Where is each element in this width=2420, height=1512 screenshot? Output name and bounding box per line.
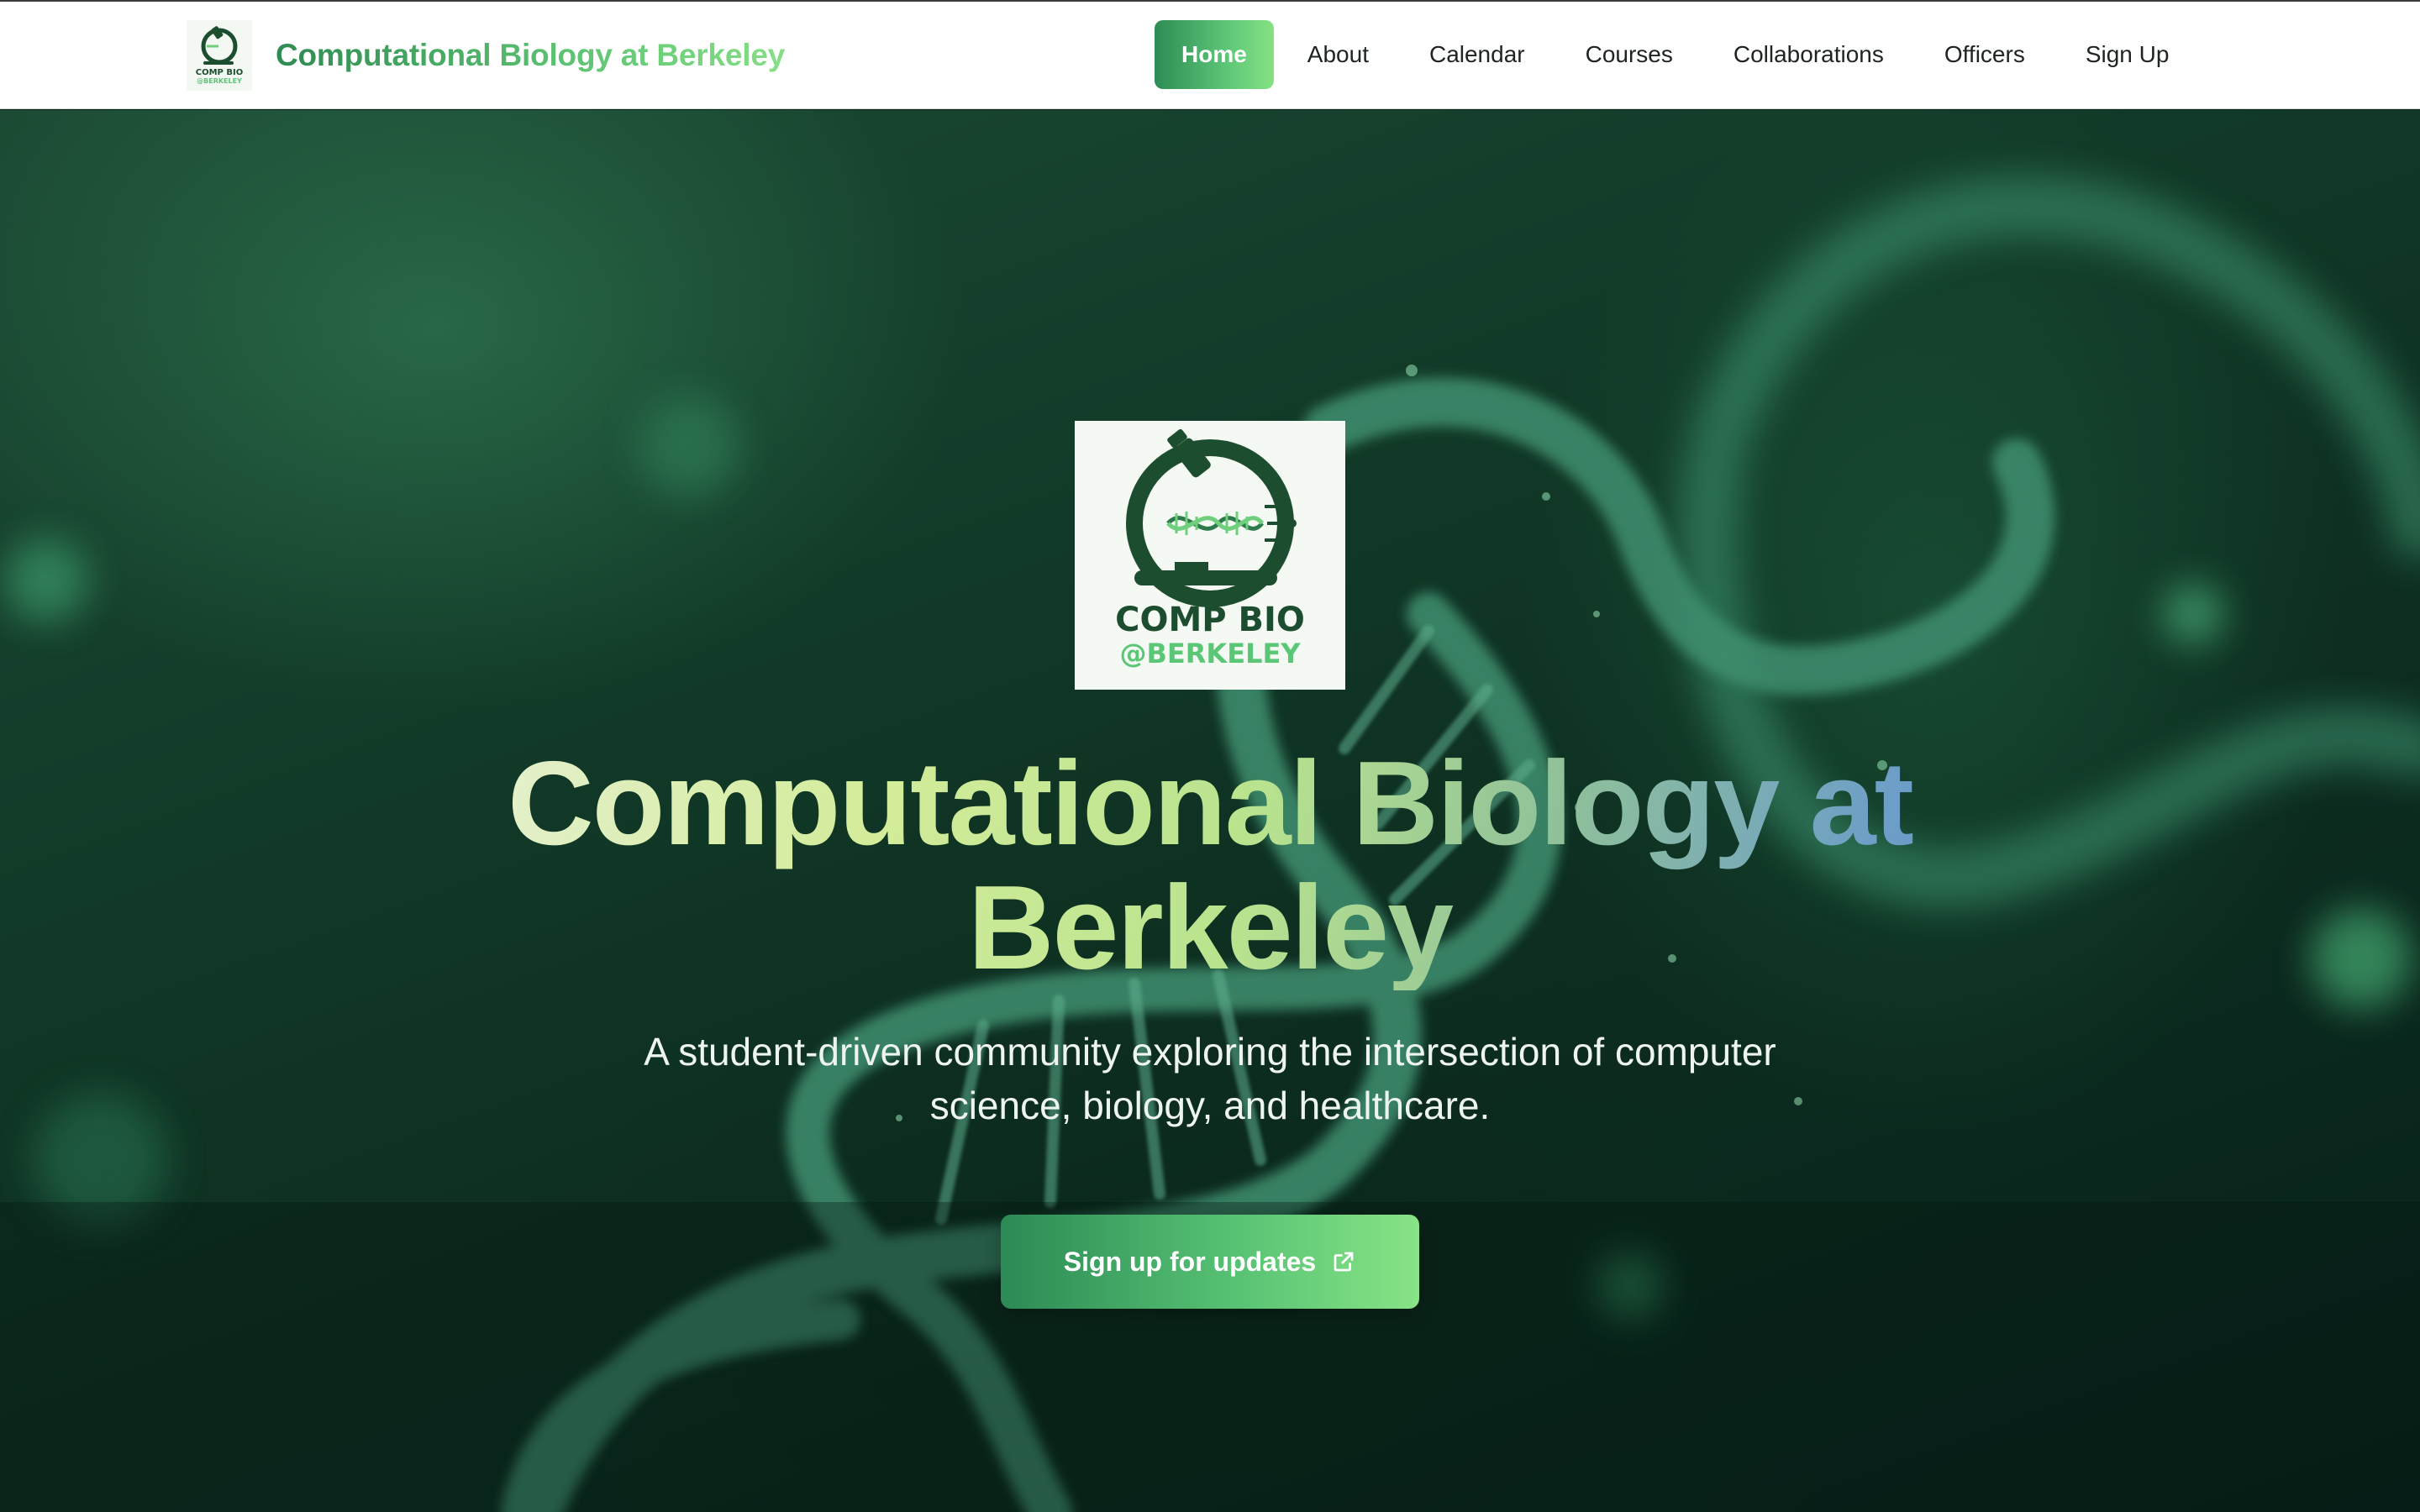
top-navbar: COMP BIO @BERKELEY Computational Biology… [0, 0, 2420, 109]
nav-courses[interactable]: Courses [1555, 20, 1703, 89]
comp-bio-logo-icon: COMP BIO @BERKELEY [1115, 429, 1305, 669]
hero-logo: COMP BIO @BERKELEY [1075, 421, 1345, 690]
main-nav: Home About Calendar Courses Collaboratio… [1155, 20, 2199, 89]
nav-about[interactable]: About [1277, 20, 1399, 89]
nav-sign-up[interactable]: Sign Up [2055, 20, 2200, 89]
brand[interactable]: COMP BIO @BERKELEY Computational Biology… [187, 20, 785, 91]
nav-officers[interactable]: Officers [1914, 20, 2055, 89]
nav-calendar[interactable]: Calendar [1399, 20, 1555, 89]
svg-text:COMP BIO: COMP BIO [1115, 601, 1305, 639]
nav-home[interactable]: Home [1155, 20, 1274, 89]
page: COMP BIO @BERKELEY Computational Biology… [0, 0, 2420, 1512]
brand-logo[interactable]: COMP BIO @BERKELEY [187, 20, 252, 91]
cta-label: Sign up for updates [1063, 1246, 1317, 1277]
hero-title: Computational Biology at Berkeley [370, 742, 2050, 990]
hero-section: COMP BIO @BERKELEY Computational Biology… [0, 110, 2420, 1512]
hero-subtitle: A student-driven community exploring the… [644, 1030, 1776, 1127]
brand-name[interactable]: Computational Biology at Berkeley [276, 38, 785, 73]
sign-up-updates-button[interactable]: Sign up for updates [1001, 1215, 1419, 1309]
svg-text:COMP BIO: COMP BIO [196, 68, 243, 77]
microscope-logo-icon: COMP BIO @BERKELEY [196, 26, 243, 85]
nav-collaborations[interactable]: Collaborations [1703, 20, 1914, 89]
svg-text:@BERKELEY: @BERKELEY [1120, 638, 1302, 669]
svg-text:@BERKELEY: @BERKELEY [197, 77, 242, 85]
external-link-icon [1334, 1252, 1354, 1272]
